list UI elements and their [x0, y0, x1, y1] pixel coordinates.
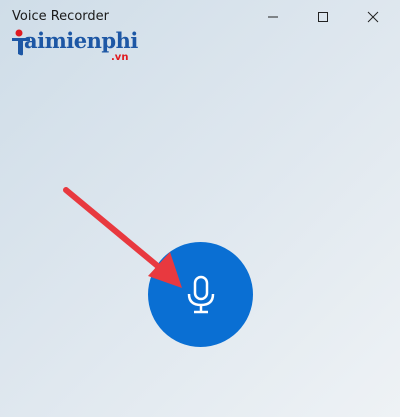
- logo-brand-text: aimienphi: [24, 28, 138, 53]
- voice-recorder-window: Voice Recorder aimienphi .vn: [0, 0, 400, 417]
- logo-domain-suffix: .vn: [111, 52, 129, 63]
- maximize-button[interactable]: [300, 0, 346, 34]
- microphone-icon: [187, 275, 214, 313]
- maximize-icon: [318, 12, 328, 22]
- record-button[interactable]: [148, 242, 253, 347]
- close-icon: [367, 11, 379, 23]
- close-button[interactable]: [350, 0, 396, 34]
- minimize-button[interactable]: [250, 0, 296, 34]
- minimize-icon: [268, 16, 278, 18]
- watermark-logo: aimienphi .vn: [10, 26, 140, 66]
- window-title: Voice Recorder: [12, 9, 109, 24]
